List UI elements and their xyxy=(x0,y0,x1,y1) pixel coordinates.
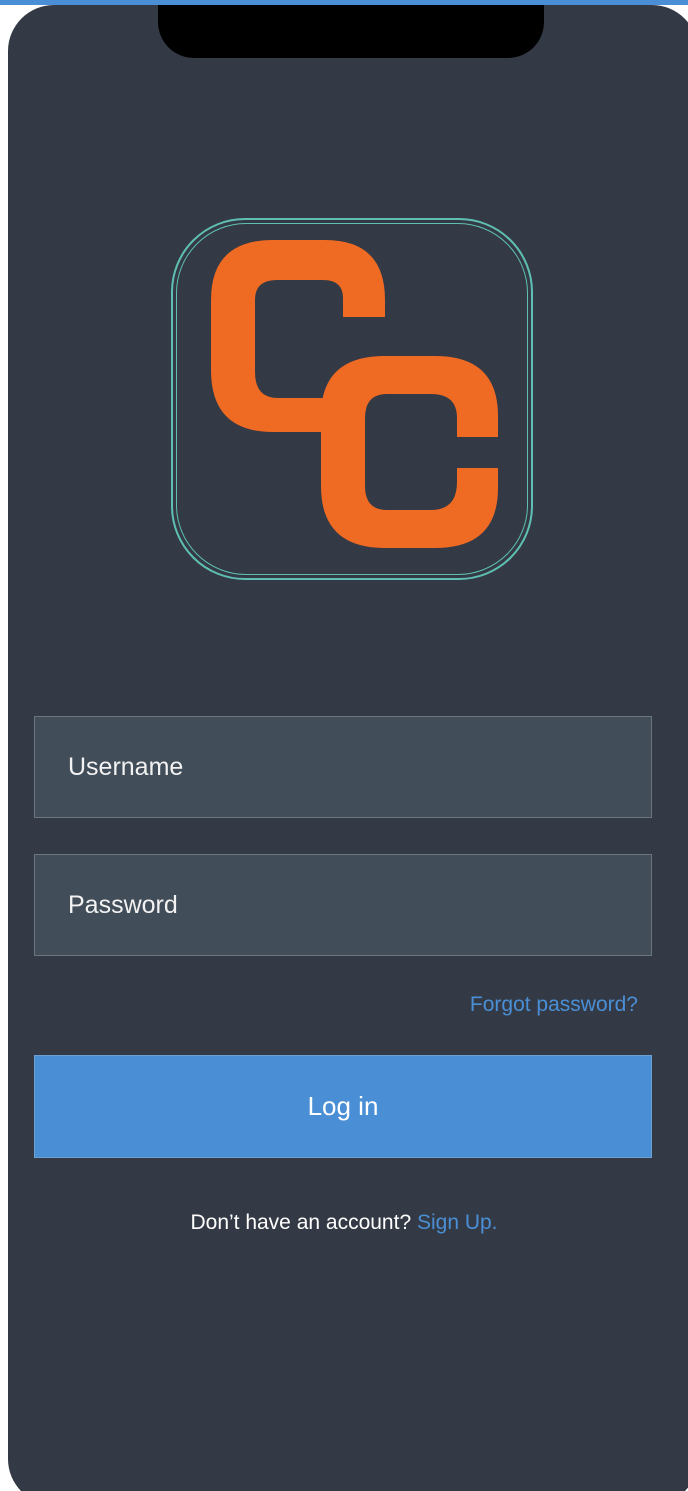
cc-logo-icon xyxy=(211,240,498,548)
login-button[interactable]: Log in xyxy=(34,1055,652,1158)
app-logo xyxy=(171,218,533,580)
login-screen: Forgot password? Log in Don’t have an ac… xyxy=(0,0,688,1491)
logo-letter-c-front xyxy=(321,356,498,548)
signup-link[interactable]: Sign Up. xyxy=(417,1211,498,1234)
password-field[interactable] xyxy=(34,854,652,956)
password-input[interactable] xyxy=(68,855,651,955)
forgot-password-link[interactable]: Forgot password? xyxy=(470,993,638,1017)
username-field[interactable] xyxy=(34,716,652,818)
signup-prompt-text: Don’t have an account? xyxy=(190,1211,417,1234)
device-notch xyxy=(158,5,544,58)
signup-prompt-row: Don’t have an account? Sign Up. xyxy=(0,1211,688,1235)
username-input[interactable] xyxy=(68,717,651,817)
